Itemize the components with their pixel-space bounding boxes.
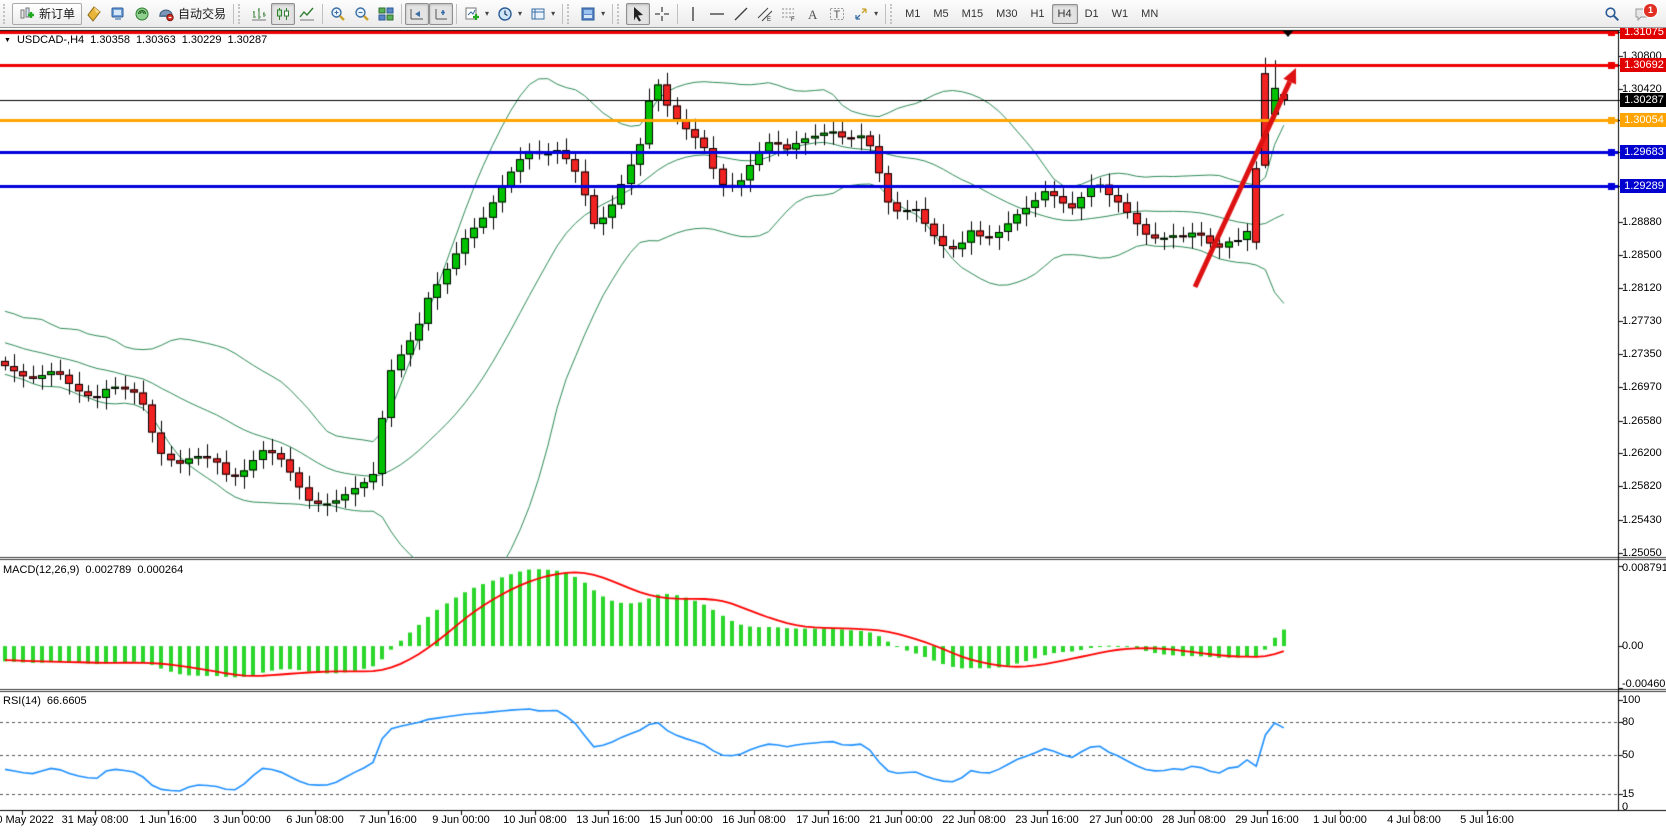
terminal-button[interactable] — [106, 3, 130, 25]
auto-scroll-button[interactable] — [405, 3, 429, 25]
new-order-button[interactable]: 新订单 — [12, 3, 82, 25]
zoom-in-icon — [330, 6, 346, 22]
chevron-down-icon: ▾ — [551, 9, 555, 18]
toolbar-separator — [562, 4, 563, 24]
profiles-dropdown[interactable]: ▾ — [576, 3, 609, 25]
notification-badge: 1 — [1643, 3, 1658, 18]
price-chart-canvas[interactable] — [0, 0, 1666, 836]
autotrading-button[interactable]: 自动交易 — [154, 3, 230, 25]
template-icon — [530, 6, 546, 22]
toolbar-grip[interactable] — [890, 4, 896, 24]
autotrading-hat-icon — [158, 6, 174, 22]
arrow-objects-icon — [853, 6, 869, 22]
chevron-down-icon: ▾ — [874, 9, 878, 18]
toolbar-separator — [322, 4, 323, 24]
timeframe-h4[interactable]: H4 — [1052, 4, 1078, 24]
svg-text:F: F — [791, 17, 795, 22]
timeframe-group: M1M5M15M30H1H4D1W1MN — [899, 4, 1164, 24]
cursor-button[interactable] — [626, 3, 650, 25]
clock-icon — [497, 6, 513, 22]
template-dropdown[interactable]: ▾ — [526, 3, 559, 25]
timeframe-d1[interactable]: D1 — [1079, 4, 1105, 24]
chevron-down-icon: ▾ — [518, 9, 522, 18]
text-button[interactable]: A — [801, 3, 825, 25]
zoom-in-button[interactable] — [326, 3, 350, 25]
fibonacci-button[interactable]: F — [777, 3, 801, 25]
svg-text:E: E — [767, 17, 771, 22]
svg-text:T: T — [834, 9, 841, 21]
line-chart-button[interactable] — [295, 3, 319, 25]
chart-shift-icon — [433, 6, 449, 22]
text-label-button[interactable]: T — [825, 3, 849, 25]
mt4-window: 新订单 自动交易 — [0, 0, 1666, 836]
timeframe-m1[interactable]: M1 — [899, 4, 926, 24]
trendline-button[interactable] — [729, 3, 753, 25]
new-chart-dropdown[interactable]: ▾ — [460, 3, 493, 25]
toolbar-grip[interactable] — [238, 4, 244, 24]
toolbar-separator — [401, 4, 402, 24]
toolbar-separator — [456, 4, 457, 24]
bar-chart-icon — [251, 6, 267, 22]
candlestick-chart-button[interactable] — [271, 3, 295, 25]
text-label-icon: T — [829, 6, 845, 22]
tile-windows-button[interactable] — [374, 3, 398, 25]
bar-chart-button[interactable] — [247, 3, 271, 25]
profiles-icon — [580, 6, 596, 22]
autotrading-label: 自动交易 — [178, 5, 226, 22]
trendline-icon — [733, 6, 749, 22]
period-dropdown[interactable]: ▾ — [493, 3, 526, 25]
new-chart-icon — [464, 6, 480, 22]
chevron-down-icon: ▾ — [485, 9, 489, 18]
horizontal-line-icon — [709, 6, 725, 22]
timeframe-w1[interactable]: W1 — [1106, 4, 1135, 24]
toolbar-grip[interactable] — [567, 4, 573, 24]
new-order-icon — [19, 6, 35, 22]
toolbar-separator — [233, 4, 234, 24]
toolbar-grip[interactable] — [617, 4, 623, 24]
crosshair-button[interactable] — [650, 3, 674, 25]
toolbar-separator — [677, 4, 678, 24]
chat-button[interactable]: 1 — [1630, 3, 1654, 25]
crosshair-icon — [654, 6, 670, 22]
channel-button[interactable]: E — [753, 3, 777, 25]
metaeditor-button[interactable] — [82, 3, 106, 25]
toolbar-separator — [612, 4, 613, 24]
fibonacci-icon: F — [781, 6, 797, 22]
timeframe-h1[interactable]: H1 — [1024, 4, 1050, 24]
candlestick-chart-icon — [275, 6, 291, 22]
toolbar-right: 1 — [1600, 3, 1654, 25]
search-button[interactable] — [1600, 3, 1624, 25]
news-button[interactable] — [130, 3, 154, 25]
search-icon — [1604, 6, 1620, 22]
terminal-icon — [110, 6, 126, 22]
zoom-out-button[interactable] — [350, 3, 374, 25]
metaeditor-icon — [86, 6, 102, 22]
timeframe-m5[interactable]: M5 — [927, 4, 954, 24]
horizontal-line-button[interactable] — [705, 3, 729, 25]
timeframe-m15[interactable]: M15 — [956, 4, 989, 24]
text-icon: A — [805, 6, 821, 22]
toolbar-separator — [885, 4, 886, 24]
tile-windows-icon — [378, 6, 394, 22]
new-order-label: 新订单 — [39, 5, 75, 22]
chart-shift-button[interactable] — [429, 3, 453, 25]
news-sound-icon — [134, 6, 150, 22]
equidistant-channel-icon: E — [757, 6, 773, 22]
vertical-line-icon — [685, 6, 701, 22]
toolbar-grip[interactable] — [3, 4, 9, 24]
vertical-line-button[interactable] — [681, 3, 705, 25]
chevron-down-icon: ▾ — [601, 9, 605, 18]
timeframe-m30[interactable]: M30 — [990, 4, 1023, 24]
zoom-out-icon — [354, 6, 370, 22]
arrows-dropdown[interactable]: ▾ — [849, 3, 882, 25]
cursor-arrow-icon — [630, 6, 646, 22]
line-chart-icon — [299, 6, 315, 22]
timeframe-mn[interactable]: MN — [1135, 4, 1164, 24]
svg-text:A: A — [808, 7, 818, 22]
toolbar: 新订单 自动交易 — [0, 0, 1666, 28]
auto-scroll-icon — [409, 6, 425, 22]
